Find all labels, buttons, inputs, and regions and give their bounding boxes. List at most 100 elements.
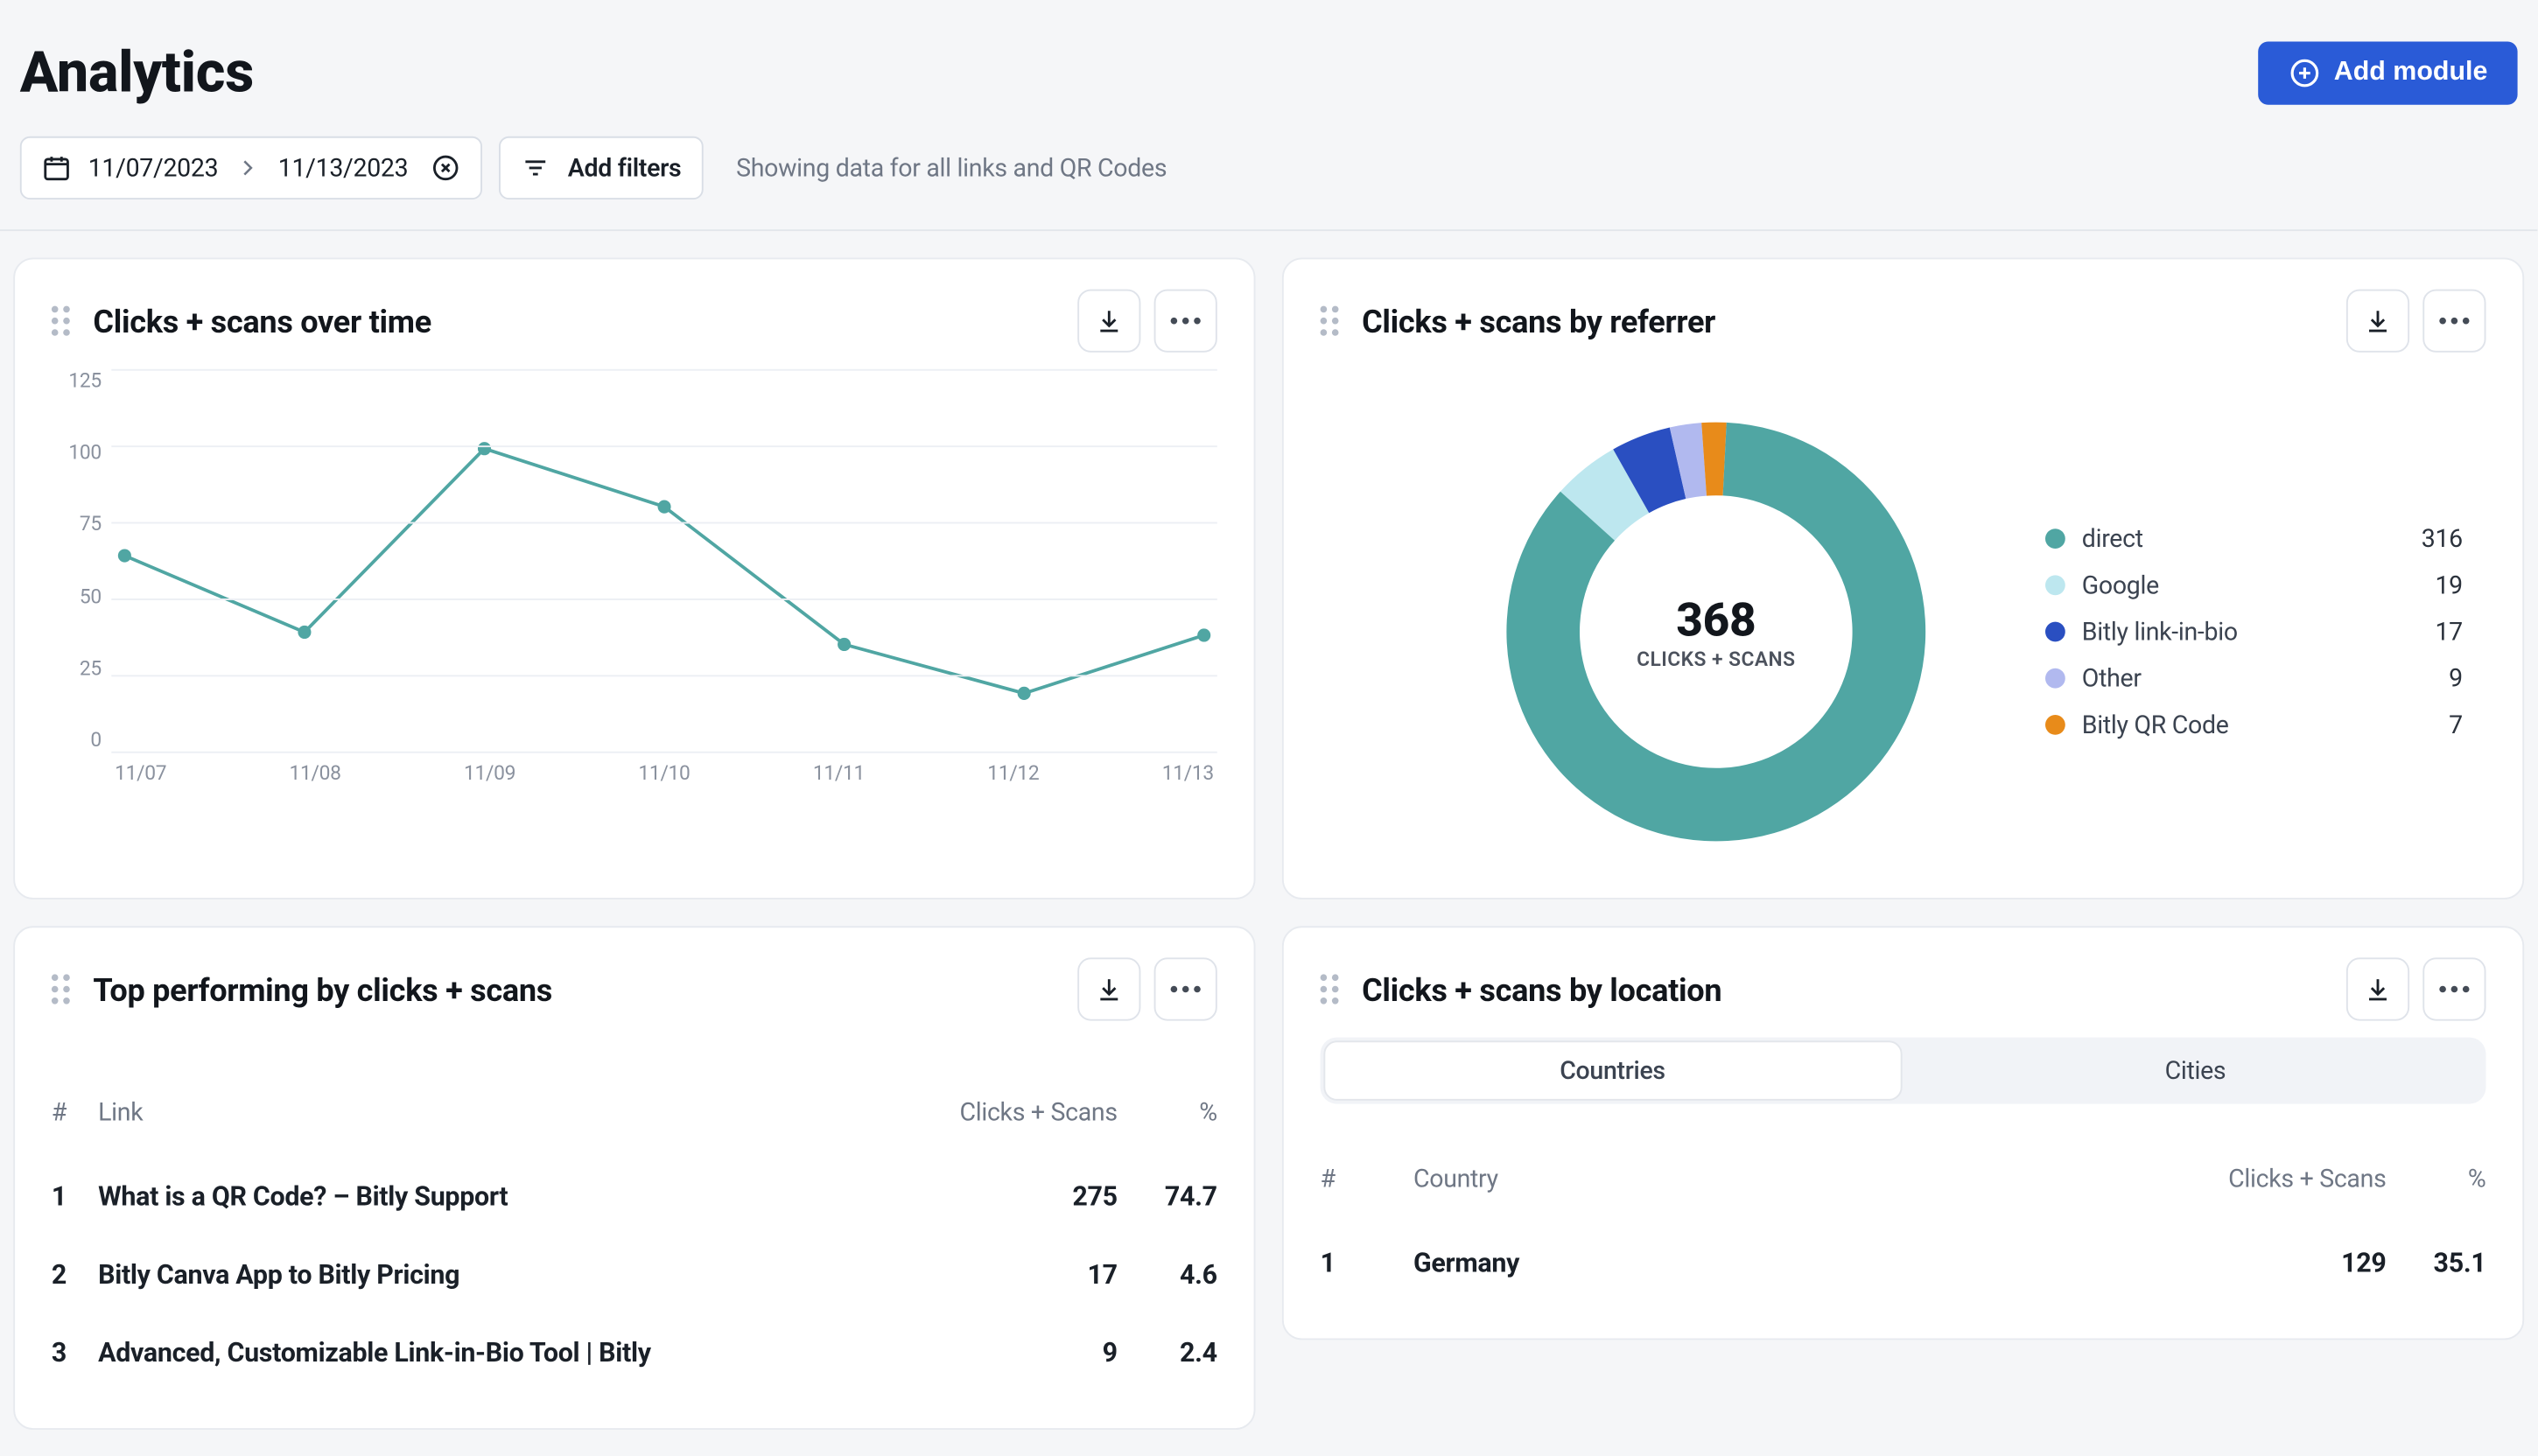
x-tick: 11/10 <box>638 761 690 785</box>
download-button[interactable] <box>2346 957 2409 1020</box>
add-filters-button[interactable]: Add filters <box>500 136 703 200</box>
more-button[interactable] <box>2422 957 2485 1020</box>
th-clicks: Clicks + Scans <box>935 1097 1118 1127</box>
card-location: Clicks + scans by location Countries Cit… <box>1282 926 2524 1340</box>
line-point <box>658 500 671 514</box>
donut-total: 368 <box>1637 592 1795 648</box>
date-end: 11/13/2023 <box>278 153 409 183</box>
card-over-time: Clicks + scans over time 125 100 75 50 25 0 <box>13 258 1255 900</box>
download-icon <box>1094 974 1124 1004</box>
download-icon <box>2363 306 2393 336</box>
legend-swatch <box>2045 715 2065 735</box>
chevron-right-icon <box>235 155 261 181</box>
download-button[interactable] <box>2346 290 2409 353</box>
more-icon <box>2439 318 2469 325</box>
line-point <box>1018 687 1031 700</box>
legend-value: 19 <box>2435 570 2462 600</box>
download-icon <box>1094 306 1124 336</box>
y-tick: 0 <box>90 728 111 752</box>
date-range-selector[interactable]: 11/07/2023 11/13/2023 <box>20 136 483 200</box>
drag-handle-icon[interactable] <box>52 974 70 1004</box>
cell-rank: 3 <box>52 1337 98 1368</box>
download-button[interactable] <box>1077 957 1140 1020</box>
add-module-button[interactable]: Add module <box>2257 42 2517 105</box>
table-row[interactable]: 1What is a QR Code? – Bitly Support27574… <box>52 1157 1217 1235</box>
th-rank: # <box>52 1097 98 1127</box>
line-point <box>1197 628 1210 641</box>
legend-row: Bitly QR Code7 <box>2045 710 2463 739</box>
y-tick: 25 <box>80 656 111 680</box>
grid-line <box>111 445 1216 447</box>
cell-clicks: 9 <box>935 1337 1118 1368</box>
drag-handle-icon[interactable] <box>1321 974 1339 1004</box>
legend-value: 316 <box>2422 524 2463 554</box>
cell-rank: 1 <box>1321 1247 1413 1278</box>
card-top-performing: Top performing by clicks + scans # <box>13 926 1255 1430</box>
add-module-label: Add module <box>2334 59 2488 88</box>
legend-row: direct 316 <box>2045 524 2463 554</box>
cell-clicks: 129 <box>2104 1247 2387 1278</box>
card-referrer: Clicks + scans by referrer <box>1282 258 2524 900</box>
cell-clicks: 275 <box>935 1180 1118 1212</box>
donut-chart: 368 CLICKS + SCANS <box>1500 416 1932 848</box>
th-pct: % <box>2387 1164 2486 1194</box>
cell-rank: 1 <box>52 1180 98 1212</box>
line-chart: 1251007550250 11/0711/0811/0911/1011/111… <box>52 369 1217 802</box>
cell-country: Germany <box>1413 1247 2104 1278</box>
y-tick: 125 <box>68 369 111 393</box>
more-button[interactable] <box>1154 290 1217 353</box>
th-link: Link <box>98 1097 935 1127</box>
legend-name: direct <box>2082 524 2143 554</box>
line-point <box>118 549 131 562</box>
table-row[interactable]: 3Advanced, Customizable Link-in-Bio Tool… <box>52 1313 1217 1391</box>
drag-handle-icon[interactable] <box>52 306 70 336</box>
cell-clicks: 17 <box>935 1258 1118 1290</box>
more-button[interactable] <box>2422 290 2485 353</box>
cell-pct: 2.4 <box>1118 1337 1217 1368</box>
legend-value: 7 <box>2449 710 2463 739</box>
cell-pct: 4.6 <box>1118 1258 1217 1290</box>
more-icon <box>2439 986 2469 993</box>
line-point <box>298 626 311 639</box>
download-button[interactable] <box>1077 290 1140 353</box>
table-row[interactable]: 1Germany12935.1 <box>1321 1223 2486 1301</box>
tab-countries[interactable]: Countries <box>1323 1040 1901 1100</box>
grid-line <box>111 752 1216 753</box>
th-clicks: Clicks + Scans <box>2104 1164 2387 1194</box>
plus-circle-icon <box>2288 57 2321 90</box>
table-row[interactable]: 2Bitly Canva App to Bitly Pricing174.6 <box>52 1236 1217 1313</box>
more-icon <box>1171 986 1201 993</box>
card-title-over-time: Clicks + scans over time <box>93 302 431 340</box>
legend-value: 9 <box>2449 663 2463 693</box>
card-title-referrer: Clicks + scans by referrer <box>1362 302 1715 340</box>
grid-line <box>111 675 1216 676</box>
y-tick: 75 <box>80 513 111 536</box>
cell-link: Advanced, Customizable Link-in-Bio Tool … <box>98 1337 935 1368</box>
more-icon <box>1171 318 1201 325</box>
line-series <box>124 449 1203 694</box>
tab-cities[interactable]: Cities <box>1908 1040 2482 1100</box>
legend-swatch <box>2045 528 2065 549</box>
grid-line <box>111 369 1216 371</box>
legend-swatch <box>2045 622 2065 642</box>
page-title: Analytics <box>20 40 254 107</box>
th-rank: # <box>1321 1164 1413 1194</box>
clear-icon[interactable] <box>431 153 461 183</box>
cell-pct: 35.1 <box>2387 1247 2486 1278</box>
legend-row: Other9 <box>2045 663 2463 693</box>
legend-swatch <box>2045 668 2065 689</box>
line-point <box>478 442 491 455</box>
legend-value: 17 <box>2435 617 2462 647</box>
grid-line <box>111 522 1216 524</box>
cell-link: Bitly Canva App to Bitly Pricing <box>98 1258 935 1290</box>
y-tick: 100 <box>68 441 111 465</box>
legend-name: Google <box>2082 570 2159 600</box>
legend-name: Bitly link-in-bio <box>2082 617 2238 647</box>
y-tick: 50 <box>80 584 111 608</box>
donut-sublabel: CLICKS + SCANS <box>1637 648 1795 671</box>
showing-data-text: Showing data for all links and QR Codes <box>719 153 1167 183</box>
legend-swatch <box>2045 575 2065 595</box>
more-button[interactable] <box>1154 957 1217 1020</box>
x-tick: 11/08 <box>290 761 341 785</box>
drag-handle-icon[interactable] <box>1321 306 1339 336</box>
